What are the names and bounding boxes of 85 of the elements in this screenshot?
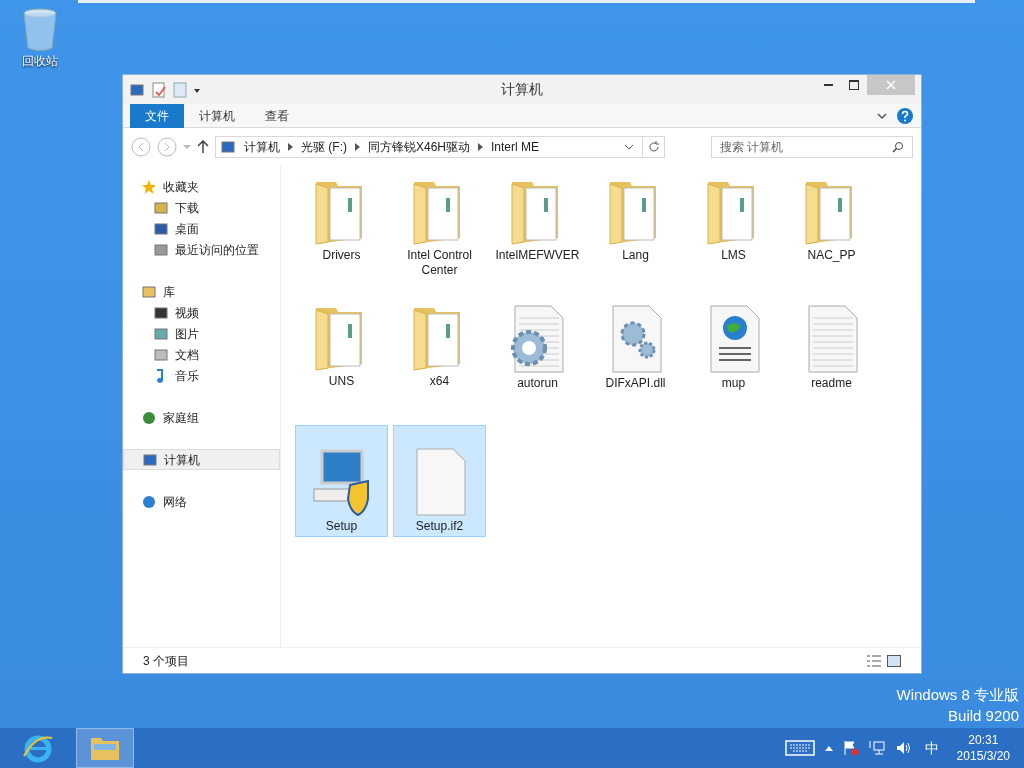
- file-name: Lang: [622, 248, 649, 263]
- nav-label[interactable]: 计算机: [164, 450, 200, 469]
- show-hidden-icons-icon[interactable]: [824, 745, 833, 751]
- search-icon: [892, 140, 904, 153]
- file-item[interactable]: NAC_PP: [785, 173, 878, 299]
- clock[interactable]: 20:31 2015/3/20: [952, 732, 1014, 764]
- chevron-right-icon[interactable]: [288, 142, 293, 151]
- help-icon[interactable]: [897, 107, 913, 124]
- chevron-right-icon[interactable]: [355, 142, 360, 151]
- chevron-right-icon[interactable]: [478, 142, 484, 151]
- file-name: IntelMEFWVER: [495, 248, 580, 263]
- speaker-icon[interactable]: [894, 740, 911, 756]
- nav-label[interactable]: 库: [163, 282, 175, 301]
- minimize-icon: [823, 84, 833, 86]
- refresh-icon: [647, 140, 660, 153]
- nav-label[interactable]: 最近访问的位置: [175, 240, 259, 259]
- file-item[interactable]: readme: [785, 299, 878, 425]
- nav-label[interactable]: 收藏夹: [163, 177, 199, 196]
- file-name: DIFxAPI.dll: [605, 376, 666, 391]
- file-name: LMS: [721, 248, 746, 263]
- file-item[interactable]: Setup: [295, 425, 388, 537]
- folder-icon: [90, 735, 120, 761]
- search-input[interactable]: 搜索 计算机: [720, 137, 892, 156]
- recycle-bin-icon[interactable]: [22, 8, 58, 52]
- breadcrumb-link[interactable]: Interl ME: [491, 137, 540, 156]
- nav-item[interactable]: 计算机: [123, 449, 280, 470]
- breadcrumb-link[interactable]: 光驱 (F:): [301, 137, 347, 156]
- edition-text: Build 9200: [948, 706, 1019, 726]
- file-item[interactable]: LMS: [687, 173, 780, 299]
- up-arrow-icon[interactable]: [197, 139, 209, 154]
- file-item[interactable]: x64: [393, 299, 486, 425]
- file-item[interactable]: IntelMEFWVER: [491, 173, 584, 299]
- file-item[interactable]: Setup.if2: [393, 425, 486, 537]
- file-name: readme: [811, 376, 852, 391]
- expand-ribbon-icon[interactable]: [877, 111, 887, 120]
- file-item[interactable]: DIFxAPI.dll: [589, 299, 682, 425]
- nav-label[interactable]: 音乐: [175, 366, 199, 385]
- nav-label[interactable]: 家庭组: [163, 408, 199, 427]
- chevron-down-icon[interactable]: [624, 142, 634, 151]
- breadcrumb-link[interactable]: 同方锋锐X46H驱动: [368, 137, 471, 156]
- nav-label[interactable]: 网络: [163, 492, 187, 511]
- ribbon-tab[interactable]: 文件: [130, 103, 184, 128]
- file-name: NAC_PP: [807, 248, 856, 263]
- file-name: mup: [721, 376, 746, 391]
- file-name: UNS: [328, 374, 355, 389]
- file-item[interactable]: Intel Control Center: [393, 173, 486, 299]
- nav-label[interactable]: 下载: [175, 198, 199, 217]
- ribbon-tab[interactable]: 计算机: [184, 103, 250, 128]
- edition-text: Windows 8 专业版: [896, 685, 1019, 705]
- star-icon: [141, 178, 157, 195]
- file-name: Intel Control Center: [406, 248, 473, 278]
- close-icon: [886, 80, 896, 90]
- file-name: Drivers: [322, 248, 361, 263]
- window-title: 计算机: [501, 80, 543, 99]
- file-item[interactable]: Lang: [589, 173, 682, 299]
- item-count: 3 个项目: [143, 652, 189, 670]
- file-name: Setup.if2: [415, 519, 464, 534]
- nav-label[interactable]: 视频: [175, 303, 199, 322]
- nav-item[interactable]: 家庭组: [131, 407, 280, 428]
- nav-label[interactable]: 图片: [175, 324, 199, 343]
- file-name: autorun: [517, 376, 558, 391]
- nav-label[interactable]: 文档: [175, 345, 199, 364]
- nav-label[interactable]: 桌面: [175, 219, 199, 238]
- file-item[interactable]: UNS: [295, 299, 388, 425]
- file-item[interactable]: mup: [687, 299, 780, 425]
- large-icons-view-icon[interactable]: [887, 654, 901, 667]
- clock-date: 2015/3/20: [956, 748, 1010, 764]
- ribbon-tab[interactable]: 查看: [250, 103, 304, 128]
- breadcrumb-link[interactable]: 计算机: [244, 137, 280, 156]
- file-name: Setup: [325, 519, 358, 534]
- properties-icon[interactable]: [151, 81, 167, 98]
- keyboard-icon[interactable]: [784, 740, 815, 756]
- input-method-indicator[interactable]: 中: [920, 737, 943, 759]
- nav-item[interactable]: 库: [131, 281, 280, 302]
- maximize-icon: [849, 80, 859, 90]
- nav-item[interactable]: 收藏夹: [131, 176, 280, 197]
- address-bar[interactable]: 计算机 光驱 (F:) 同方锋锐X46H驱动 Interl ME: [215, 135, 665, 158]
- clock-time: 20:31: [968, 732, 999, 748]
- flag-icon[interactable]: [842, 740, 859, 756]
- file-item[interactable]: Drivers: [295, 173, 388, 299]
- nav-item[interactable]: 网络: [131, 491, 280, 512]
- file-name: x64: [429, 374, 450, 389]
- file-item[interactable]: autorun: [491, 299, 584, 425]
- details-view-icon[interactable]: [867, 654, 881, 667]
- search-field[interactable]: 搜索 计算机: [711, 135, 913, 158]
